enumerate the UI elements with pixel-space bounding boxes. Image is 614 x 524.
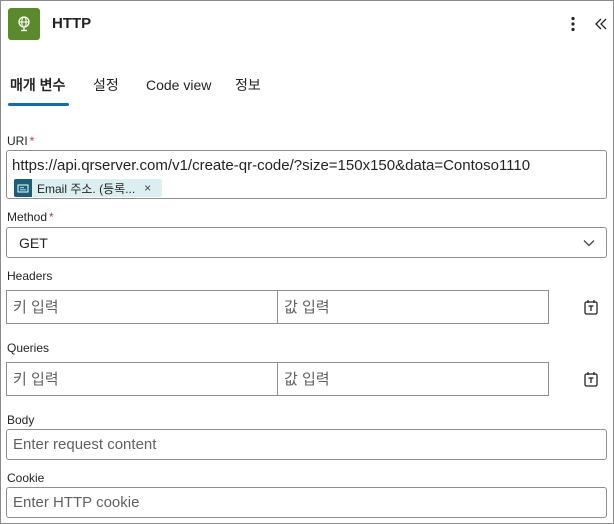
tab-code-view[interactable]: Code view (146, 71, 211, 107)
body-label: Body (7, 413, 35, 427)
panel-title: HTTP (52, 15, 92, 32)
switch-to-text-mode-icon[interactable] (582, 298, 602, 318)
dynamic-content-token[interactable]: Email 주소. (등록... × (14, 179, 162, 197)
queries-value-field[interactable] (278, 363, 548, 395)
http-action-panel: HTTP 매개 변수 설정 Code view 정보 URI * https://… (0, 0, 614, 524)
headers-value-field[interactable] (278, 291, 548, 323)
tab-about[interactable]: 정보 (235, 71, 261, 107)
remove-token-icon[interactable]: × (144, 181, 151, 195)
uri-value[interactable]: https://api.qrserver.com/v1/create-qr-co… (12, 157, 530, 174)
body-field[interactable] (7, 430, 606, 459)
uri-field[interactable]: https://api.qrserver.com/v1/create-qr-co… (6, 150, 607, 199)
method-dropdown[interactable]: GET (6, 227, 607, 258)
more-vertical-icon[interactable] (563, 13, 583, 35)
tab-parameters[interactable]: 매개 변수 (10, 71, 65, 107)
tab-settings[interactable]: 설정 (93, 71, 119, 107)
cookie-input[interactable] (6, 487, 607, 518)
queries-key-field[interactable] (7, 363, 277, 395)
body-input[interactable] (6, 429, 607, 460)
dynamic-content-icon (14, 179, 32, 197)
cookie-label: Cookie (7, 471, 45, 485)
chevron-down-icon[interactable] (582, 236, 596, 255)
queries-value-input[interactable] (277, 362, 549, 396)
method-label: Method * (7, 210, 54, 224)
uri-label: URI * (7, 134, 35, 148)
double-chevron-left-icon[interactable] (591, 13, 611, 35)
cookie-field[interactable] (7, 488, 606, 517)
globe-icon (8, 8, 40, 40)
headers-key-field[interactable] (7, 291, 277, 323)
headers-value-input[interactable] (277, 290, 549, 324)
active-tab-indicator (8, 103, 69, 106)
token-label: Email 주소. (등록... (37, 181, 136, 196)
headers-label: Headers (7, 269, 53, 283)
tab-bar: 매개 변수 설정 Code view 정보 (1, 71, 613, 111)
panel-header: HTTP (1, 1, 613, 47)
method-selected-value: GET (19, 235, 48, 251)
switch-to-text-mode-icon[interactable] (582, 370, 602, 390)
queries-key-input[interactable] (6, 362, 278, 396)
queries-label: Queries (7, 341, 50, 355)
headers-key-input[interactable] (6, 290, 278, 324)
